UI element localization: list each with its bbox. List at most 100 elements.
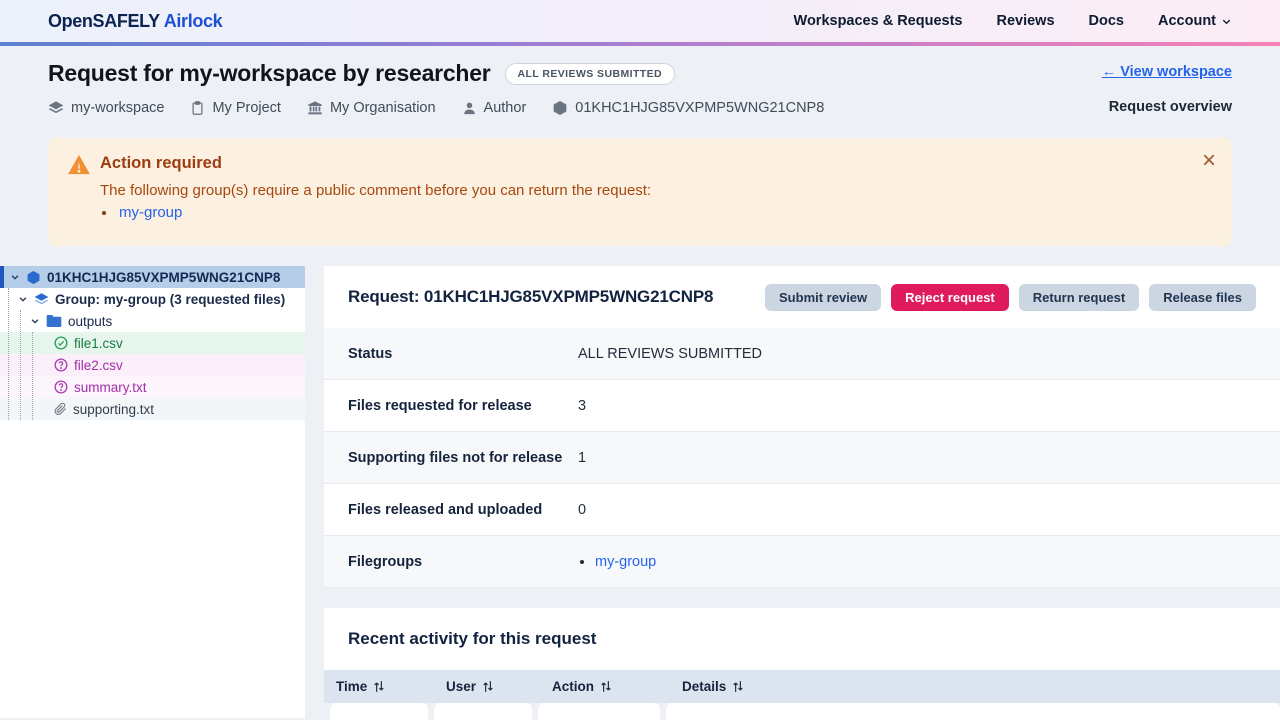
building-icon xyxy=(307,100,323,116)
layers-icon xyxy=(34,292,49,307)
activity-table-header: Time User Action Details xyxy=(324,670,1280,703)
meta-organisation: My Organisation xyxy=(307,100,436,116)
tree-file-file1[interactable]: file1.csv xyxy=(0,332,305,354)
content-area: 01KHC1HJG85VXPMP5WNG21CNP8 Group: my-gro… xyxy=(0,266,1280,718)
detail-label: Filegroups xyxy=(348,554,578,570)
chevron-down-icon[interactable] xyxy=(18,294,28,304)
detail-row-filegroups: Filegroups my-group xyxy=(324,536,1280,588)
column-label: Time xyxy=(336,679,367,694)
detail-row-status: Status ALL REVIEWS SUBMITTED xyxy=(324,328,1280,380)
activity-heading: Recent activity for this request xyxy=(348,629,596,649)
detail-value: 1 xyxy=(578,450,586,466)
detail-value: ALL REVIEWS SUBMITTED xyxy=(578,346,762,362)
page-head: Request for my-workspace by researcher A… xyxy=(0,46,1280,138)
app-logo[interactable]: OpenSAFELYAirlock xyxy=(48,11,222,32)
package-icon xyxy=(26,270,41,285)
close-icon[interactable]: × xyxy=(1202,144,1216,178)
submit-review-button[interactable]: Submit review xyxy=(765,284,881,311)
user-icon xyxy=(462,101,477,116)
nav-docs[interactable]: Docs xyxy=(1089,13,1124,29)
filegroup-list: my-group xyxy=(595,554,656,570)
alert-message: The following group(s) require a public … xyxy=(100,182,1180,199)
detail-value: 3 xyxy=(578,398,586,414)
alert-group-list: my-group xyxy=(117,204,1180,221)
nav-account[interactable]: Account xyxy=(1158,13,1232,29)
tree-file-summary[interactable]: summary.txt xyxy=(0,376,305,398)
detail-row-files-released: Files released and uploaded 0 xyxy=(324,484,1280,536)
detail-label: Status xyxy=(348,346,578,362)
tree-guide-line xyxy=(20,310,21,420)
meta-workspace-label: my-workspace xyxy=(71,100,164,116)
meta-project: My Project xyxy=(190,100,281,116)
meta-project-label: My Project xyxy=(212,100,281,116)
sort-icon[interactable] xyxy=(373,680,385,693)
my-group-link[interactable]: my-group xyxy=(119,204,182,221)
detail-row-files-requested: Files requested for release 3 xyxy=(324,380,1280,432)
tree-node-outputs-label: outputs xyxy=(68,314,112,329)
file-tree-sidebar: 01KHC1HJG85VXPMP5WNG21CNP8 Group: my-gro… xyxy=(0,266,305,718)
main-nav: Workspaces & Requests Reviews Docs Accou… xyxy=(794,13,1232,29)
column-header-details[interactable]: Details xyxy=(682,679,1280,694)
main-column: Request: 01KHC1HJG85VXPMP5WNG21CNP8 Subm… xyxy=(324,266,1280,720)
request-overview-card: Request: 01KHC1HJG85VXPMP5WNG21CNP8 Subm… xyxy=(324,266,1280,588)
tree-file-label: supporting.txt xyxy=(73,402,154,417)
return-request-button[interactable]: Return request xyxy=(1019,284,1139,311)
column-header-action[interactable]: Action xyxy=(552,679,682,694)
paperclip-icon xyxy=(54,402,67,416)
meta-request-id-label: 01KHC1HJG85VXPMP5WNG21CNP8 xyxy=(575,100,824,116)
check-circle-icon xyxy=(54,336,68,350)
status-badge: ALL REVIEWS SUBMITTED xyxy=(505,63,676,85)
tree-guide-line xyxy=(8,288,9,420)
column-header-time[interactable]: Time xyxy=(336,679,446,694)
tree-node-outputs[interactable]: outputs xyxy=(0,310,305,332)
breadcrumb: my-workspace My Project My Organisation … xyxy=(48,100,1232,116)
recent-activity-card: Recent activity for this request Time Us… xyxy=(324,608,1280,703)
sort-icon[interactable] xyxy=(482,680,494,693)
warning-icon xyxy=(68,155,90,175)
tree-file-label: file2.csv xyxy=(74,358,123,373)
chevron-down-icon[interactable] xyxy=(30,316,40,326)
meta-workspace: my-workspace xyxy=(48,100,164,116)
tree-file-supporting[interactable]: supporting.txt xyxy=(0,398,305,420)
activity-table-row xyxy=(324,703,1280,720)
tree-node-request[interactable]: 01KHC1HJG85VXPMP5WNG21CNP8 xyxy=(0,266,305,288)
meta-request-id: 01KHC1HJG85VXPMP5WNG21CNP8 xyxy=(552,100,824,116)
reject-request-button[interactable]: Reject request xyxy=(891,284,1009,311)
column-header-user[interactable]: User xyxy=(446,679,552,694)
site-header: OpenSAFELYAirlock Workspaces & Requests … xyxy=(0,0,1280,42)
question-circle-icon xyxy=(54,358,68,372)
tree-node-group-label: Group: my-group (3 requested files) xyxy=(55,292,285,307)
action-required-alert: Action required The following group(s) r… xyxy=(48,138,1232,246)
sort-icon[interactable] xyxy=(600,680,612,693)
request-actions: Submit review Reject request Return requ… xyxy=(765,284,1256,311)
alert-title: Action required xyxy=(100,154,1180,173)
nav-workspaces-requests[interactable]: Workspaces & Requests xyxy=(794,13,963,29)
request-heading: Request: 01KHC1HJG85VXPMP5WNG21CNP8 xyxy=(348,287,713,307)
chevron-down-icon[interactable] xyxy=(10,272,20,282)
chevron-down-icon xyxy=(1221,16,1232,27)
release-files-button[interactable]: Release files xyxy=(1149,284,1256,311)
table-cell xyxy=(538,703,660,720)
sort-icon[interactable] xyxy=(732,680,744,693)
column-label: Details xyxy=(682,679,726,694)
tree-guide-line xyxy=(32,332,33,420)
package-icon xyxy=(552,100,568,116)
column-label: User xyxy=(446,679,476,694)
table-cell xyxy=(434,703,532,720)
detail-value: 0 xyxy=(578,502,586,518)
folder-icon xyxy=(46,314,62,328)
table-cell xyxy=(330,703,428,720)
nav-account-label: Account xyxy=(1158,13,1216,29)
page-title: Request for my-workspace by researcher xyxy=(48,60,491,87)
tree-file-file2[interactable]: file2.csv xyxy=(0,354,305,376)
clipboard-icon xyxy=(190,100,205,116)
logo-primary: OpenSAFELY xyxy=(48,11,160,31)
meta-organisation-label: My Organisation xyxy=(330,100,436,116)
request-details-table: Status ALL REVIEWS SUBMITTED Files reque… xyxy=(324,328,1280,588)
filegroup-link[interactable]: my-group xyxy=(595,554,656,570)
tree-node-group[interactable]: Group: my-group (3 requested files) xyxy=(0,288,305,310)
view-workspace-link[interactable]: ← View workspace xyxy=(1102,64,1232,80)
nav-reviews[interactable]: Reviews xyxy=(996,13,1054,29)
detail-label: Supporting files not for release xyxy=(348,450,578,466)
table-cell xyxy=(666,703,1280,720)
